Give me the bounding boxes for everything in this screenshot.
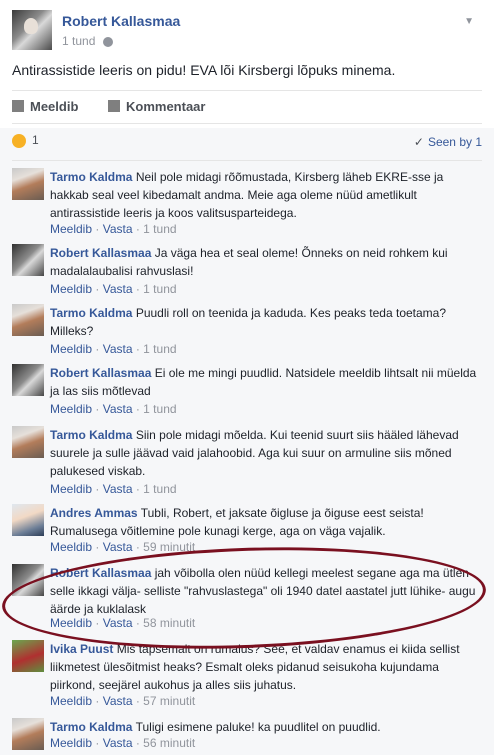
comment-text: Tuligi esimene paluke! ka puudlitel on p… <box>135 720 381 734</box>
comment-like-link[interactable]: Meeldib <box>50 402 92 416</box>
commenter-name[interactable]: Robert Kallasmaa <box>50 246 151 260</box>
comment-reply-link[interactable]: Vasta <box>103 222 133 236</box>
chevron-down-icon[interactable]: ▼ <box>464 16 474 27</box>
post-timestamp[interactable]: 1 tund <box>62 34 113 48</box>
reaction-row: 1 ✓ Seen by 1 <box>12 133 482 153</box>
comment-reply-link[interactable]: Vasta <box>103 482 133 496</box>
commenter-name[interactable]: Andres Ammas <box>50 506 138 520</box>
comment-time[interactable]: 1 tund <box>143 222 176 236</box>
comment-like-link[interactable]: Meeldib <box>50 540 92 554</box>
comment-icon <box>108 100 120 112</box>
comment-reply-link[interactable]: Vasta <box>103 402 133 416</box>
divider <box>12 160 482 161</box>
comment-like-link[interactable]: Meeldib <box>50 482 92 496</box>
commenter-avatar[interactable] <box>12 640 44 672</box>
laugh-reaction-icon[interactable] <box>12 133 26 148</box>
comment-like-link[interactable]: Meeldib <box>50 342 92 356</box>
globe-icon <box>102 36 113 47</box>
commenter-avatar[interactable] <box>12 718 44 750</box>
commenter-avatar[interactable] <box>12 364 44 396</box>
comment-meta: Meeldib · Vasta · 1 tund <box>50 342 177 356</box>
comment-meta: Meeldib · Vasta · 56 minutit <box>50 736 196 750</box>
author-avatar[interactable] <box>12 10 52 50</box>
commenter-name[interactable]: Tarmo Kaldma <box>50 306 132 320</box>
seen-by[interactable]: ✓ Seen by 1 <box>414 135 482 149</box>
comment-like-link[interactable]: Meeldib <box>50 222 92 236</box>
comment-time[interactable]: 1 tund <box>143 282 176 296</box>
comment-reply-link[interactable]: Vasta <box>103 342 133 356</box>
comment-like-link[interactable]: Meeldib <box>50 282 92 296</box>
comment-meta: Meeldib · Vasta · 1 tund <box>50 482 177 496</box>
commenter-name[interactable]: Robert Kallasmaa <box>50 366 151 380</box>
commenter-avatar[interactable] <box>12 504 44 536</box>
comment-meta: Meeldib · Vasta · 57 minutit <box>50 694 196 708</box>
commenter-avatar[interactable] <box>12 426 44 458</box>
commenter-avatar[interactable] <box>12 168 44 200</box>
comment-meta: Meeldib · Vasta · 1 tund <box>50 282 177 296</box>
comment-time[interactable]: 56 minutit <box>143 736 195 750</box>
comment-reply-link[interactable]: Vasta <box>103 282 133 296</box>
comment-button[interactable]: Kommentaar <box>108 99 205 114</box>
thumbs-up-icon <box>12 100 24 112</box>
comment-time[interactable]: 57 minutit <box>143 694 195 708</box>
comment-like-link[interactable]: Meeldib <box>50 694 92 708</box>
commenter-avatar[interactable] <box>12 304 44 336</box>
check-icon: ✓ <box>413 135 424 149</box>
commenter-name[interactable]: Tarmo Kaldma <box>50 170 132 184</box>
post-author[interactable]: Robert Kallasmaa <box>62 13 180 29</box>
reaction-count[interactable]: 1 <box>32 133 39 147</box>
like-button[interactable]: Meeldib <box>12 99 78 114</box>
comment-meta: Meeldib · Vasta · 1 tund <box>50 402 177 416</box>
comment-reply-link[interactable]: Vasta <box>103 694 133 708</box>
post-text: Antirassistide leeris on pidu! EVA lõi K… <box>12 62 396 78</box>
comment-time[interactable]: 1 tund <box>143 342 176 356</box>
comment-like-link[interactable]: Meeldib <box>50 736 92 750</box>
post-header: Robert Kallasmaa 1 tund ▼ <box>12 10 482 50</box>
commenter-avatar[interactable] <box>12 244 44 276</box>
comment-time[interactable]: 1 tund <box>143 402 176 416</box>
comment-time[interactable]: 1 tund <box>143 482 176 496</box>
action-bar: Meeldib Kommentaar <box>12 90 482 124</box>
comment-reply-link[interactable]: Vasta <box>103 736 133 750</box>
comment-meta: Meeldib · Vasta · 1 tund <box>50 222 177 236</box>
commenter-name[interactable]: Tarmo Kaldma <box>50 428 132 442</box>
commenter-name[interactable]: Tarmo Kaldma <box>50 720 132 734</box>
commenter-name[interactable]: Ivika Puust <box>50 642 113 656</box>
comment-reply-link[interactable]: Vasta <box>103 540 133 554</box>
